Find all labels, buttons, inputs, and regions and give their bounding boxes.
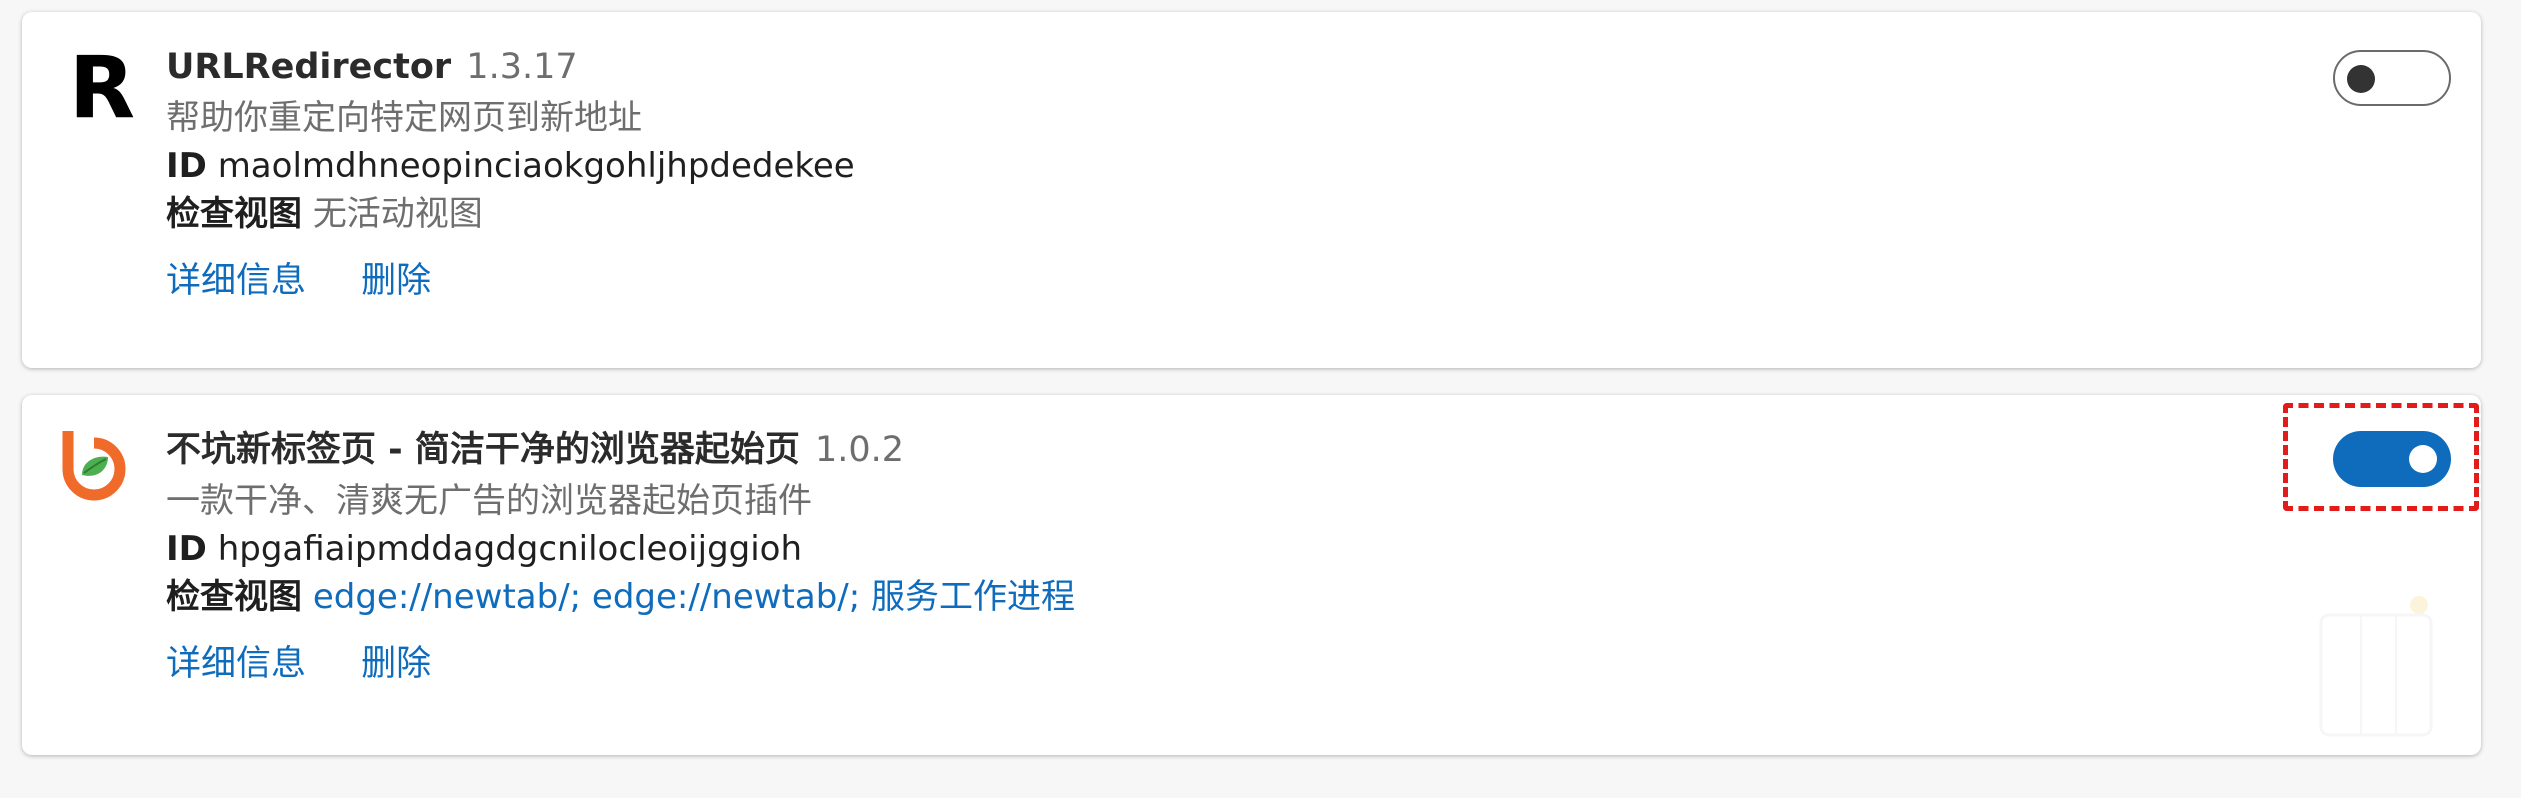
letter-r-icon: R <box>68 38 136 138</box>
id-value: maolmdhneopinciaokgohljhpdedekee <box>217 146 855 186</box>
extension-description: 一款干净、清爽无广告的浏览器起始页插件 <box>166 481 812 521</box>
extension-info: URLRedirector 1.3.17 帮助你重定向特定网页到新地址 ID m… <box>166 42 2261 306</box>
id-label: ID <box>166 146 207 186</box>
extension-title: URLRedirector 1.3.17 <box>166 42 2261 92</box>
extension-id-row: ID maolmdhneopinciaokgohljhpdedekee <box>166 142 2261 190</box>
extension-name: URLRedirector <box>166 47 452 87</box>
remove-link[interactable]: 删除 <box>361 261 431 301</box>
toggle-knob <box>2409 445 2437 473</box>
bukeng-logo-icon <box>62 431 126 501</box>
inspect-views-label: 检查视图 <box>166 194 302 234</box>
extension-description: 帮助你重定向特定网页到新地址 <box>166 98 642 138</box>
extension-actions: 详细信息 删除 <box>166 256 2261 306</box>
inspect-views-links[interactable]: edge://newtab/; edge://newtab/; 服务工作进程 <box>313 577 1075 617</box>
extension-title: 不坑新标签页 - 简洁干净的浏览器起始页 1.0.2 <box>166 425 2261 475</box>
extension-version: 1.0.2 <box>815 430 905 470</box>
details-link[interactable]: 详细信息 <box>166 261 306 301</box>
id-value: hpgafiaipmddagdgcnilocleoijggioh <box>217 529 803 569</box>
faded-illustration-icon <box>2319 596 2433 737</box>
extension-card-bukeng-newtab: 不坑新标签页 - 简洁干净的浏览器起始页 1.0.2 一款干净、清爽无广告的浏览… <box>22 395 2481 755</box>
extension-card-urlredirector: R URLRedirector 1.3.17 帮助你重定向特定网页到新地址 ID… <box>22 12 2481 368</box>
enable-toggle[interactable] <box>2333 50 2451 106</box>
remove-link[interactable]: 删除 <box>361 644 431 684</box>
id-label: ID <box>166 529 207 569</box>
inspect-views-row: 检查视图 edge://newtab/; edge://newtab/; 服务工… <box>166 573 2261 621</box>
inspect-views-value: 无活动视图 <box>312 194 483 234</box>
extension-name: 不坑新标签页 - 简洁干净的浏览器起始页 <box>166 430 800 470</box>
toggle-knob <box>2347 65 2375 93</box>
extension-id-row: ID hpgafiaipmddagdgcnilocleoijggioh <box>166 525 2261 573</box>
extensions-page: R URLRedirector 1.3.17 帮助你重定向特定网页到新地址 ID… <box>0 0 2521 798</box>
extension-actions: 详细信息 删除 <box>166 639 2261 689</box>
inspect-views-label: 检查视图 <box>166 577 302 617</box>
extension-version: 1.3.17 <box>466 47 578 87</box>
details-link[interactable]: 详细信息 <box>166 644 306 684</box>
inspect-views-row: 检查视图 无活动视图 <box>166 190 2261 238</box>
enable-toggle[interactable] <box>2333 431 2451 487</box>
extension-info: 不坑新标签页 - 简洁干净的浏览器起始页 1.0.2 一款干净、清爽无广告的浏览… <box>166 425 2261 689</box>
